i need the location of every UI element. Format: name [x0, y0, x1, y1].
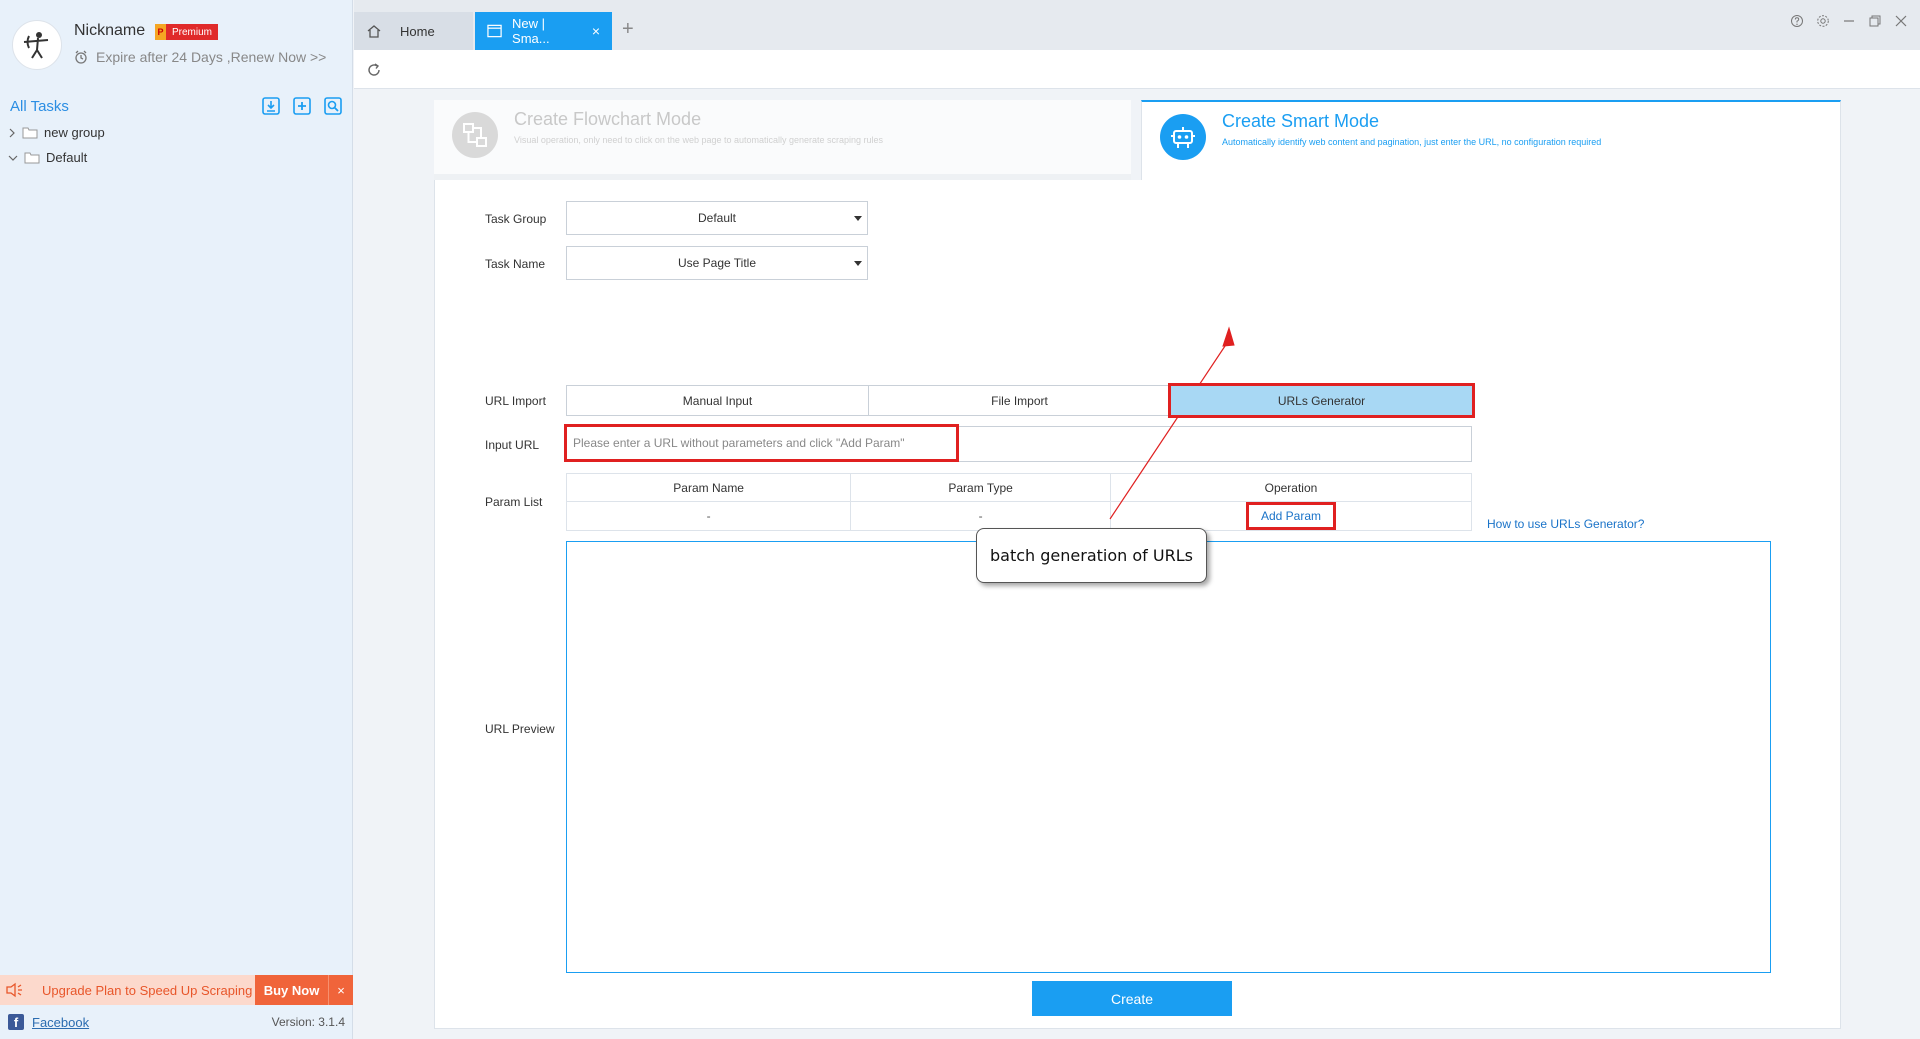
param-type-header: Param Type [850, 473, 1111, 502]
input-url-field[interactable] [564, 424, 959, 462]
param-list-label: Param List [485, 495, 543, 509]
param-name-header: Param Name [565, 473, 852, 502]
task-group-label: Task Group [485, 212, 547, 226]
param-type-cell: - [850, 501, 1111, 531]
create-button[interactable]: Create [1032, 981, 1232, 1016]
urls-generator-help-link[interactable]: How to use URLs Generator? [1487, 517, 1644, 531]
close-icon[interactable]: × [328, 975, 353, 1005]
flowchart-mode-title: Create Flowchart Mode [514, 109, 702, 129]
close-icon[interactable]: × [592, 23, 600, 39]
expire-text[interactable]: Expire after 24 Days ,Renew Now >> [96, 49, 326, 65]
folder-icon [24, 152, 40, 164]
expire-info[interactable]: Expire after 24 Days ,Renew Now >> [74, 49, 326, 65]
import-icon[interactable] [260, 96, 281, 117]
tree-item-label: new group [44, 125, 105, 140]
facebook-link-group[interactable]: f Facebook [8, 1014, 89, 1030]
task-header: All Tasks [0, 93, 353, 119]
param-table-header: Param Name Param Type Operation [565, 473, 1473, 502]
add-task-icon[interactable] [291, 96, 312, 117]
refresh-icon[interactable] [364, 60, 384, 80]
task-name-value: Use Page Title [677, 256, 757, 270]
url-import-segmented: Manual Input File Import URLs Generator [566, 383, 1475, 418]
all-tasks-label[interactable]: All Tasks [10, 98, 69, 115]
avatar[interactable] [12, 20, 62, 70]
add-param-button[interactable]: Add Param [1245, 502, 1336, 530]
folder-icon [22, 127, 38, 139]
tab-home-label: Home [400, 23, 435, 39]
restore-icon[interactable] [1868, 14, 1882, 28]
smart-mode-title: Create Smart Mode [1222, 111, 1380, 131]
toolbar [354, 50, 1920, 89]
tab-new-smart[interactable]: New | Sma... × [475, 12, 612, 50]
chevron-down-icon[interactable] [8, 154, 18, 162]
facebook-icon[interactable]: f [8, 1014, 24, 1030]
sidebar-footer: f Facebook Version: 3.1.4 [0, 1010, 353, 1034]
badge-text: Premium [166, 24, 219, 40]
flowchart-mode-desc: Visual operation, only need to click on … [514, 135, 884, 145]
tree-item-new-group[interactable]: new group [0, 120, 353, 145]
input-url-label: Input URL [485, 438, 540, 452]
tab-bar: Home New | Sma... × + [354, 0, 1920, 50]
smart-mode-desc: Automatically identify web content and p… [1222, 137, 1602, 147]
tab-home[interactable]: Home [354, 12, 473, 50]
task-name-label: Task Name [485, 257, 546, 271]
url-import-label: URL Import [485, 394, 546, 408]
task-actions [260, 96, 343, 117]
home-icon [367, 24, 381, 38]
url-preview-label: URL Preview [485, 722, 555, 736]
upgrade-text[interactable]: Upgrade Plan to Speed Up Scraping [28, 983, 255, 998]
url-preview-area[interactable] [566, 541, 1771, 973]
tree-item-default[interactable]: Default [0, 145, 353, 170]
upgrade-banner: Upgrade Plan to Speed Up Scraping Buy No… [0, 975, 353, 1005]
minimize-icon[interactable] [1842, 14, 1856, 28]
manual-input-option[interactable]: Manual Input [566, 385, 869, 416]
version-text: Version: 3.1.4 [271, 1015, 345, 1029]
task-name-select[interactable]: Use Page Title [566, 246, 868, 280]
main-content: Create Flowchart Mode Visual operation, … [354, 90, 1920, 1039]
buy-now-button[interactable]: Buy Now [255, 975, 328, 1005]
urls-generator-option[interactable]: URLs Generator [1168, 383, 1475, 418]
file-import-option[interactable]: File Import [868, 385, 1171, 416]
search-task-icon[interactable] [322, 96, 343, 117]
robot-icon [1160, 114, 1206, 160]
flowchart-icon [452, 112, 498, 158]
settings-icon[interactable] [1816, 14, 1830, 28]
smart-mode-form: Task Group Default Task Name Use Page Ti… [434, 180, 1841, 1029]
help-icon[interactable] [1790, 14, 1804, 28]
table-row: - - Add Param [565, 501, 1473, 531]
sidebar: Nickname P Premium Expire after 24 Days … [0, 0, 353, 1039]
tab-active-label: New | Sma... [512, 16, 550, 46]
badge-letter: P [155, 24, 166, 40]
close-window-icon[interactable] [1894, 14, 1908, 28]
param-name-cell: - [565, 501, 852, 531]
task-group-value: Default [697, 211, 737, 225]
smart-mode-card[interactable]: Create Smart Mode Automatically identify… [1141, 100, 1841, 182]
flowchart-mode-card[interactable]: Create Flowchart Mode Visual operation, … [434, 100, 1131, 180]
window-icon [487, 24, 502, 38]
input-url-field-wrap [564, 424, 1472, 462]
caret-down-icon [854, 216, 862, 221]
annotation-callout: batch generation of URLs [976, 528, 1207, 583]
speaker-icon [0, 982, 28, 998]
nickname: Nickname [74, 22, 146, 39]
add-tab-button[interactable]: + [622, 18, 634, 41]
profile-header: Nickname P Premium Expire after 24 Days … [0, 0, 353, 88]
chevron-right-icon[interactable] [8, 128, 16, 138]
facebook-link[interactable]: Facebook [32, 1015, 89, 1030]
tree-item-label: Default [46, 150, 88, 165]
operation-header: Operation [1109, 473, 1473, 502]
window-controls [1790, 14, 1908, 28]
premium-badge: P Premium [155, 24, 219, 40]
task-tree: new group Default [0, 120, 353, 170]
task-group-select[interactable]: Default [566, 201, 868, 235]
alarm-clock-icon [75, 50, 87, 64]
param-table: Param Name Param Type Operation - - Add … [565, 473, 1473, 531]
archer-logo-icon [23, 32, 49, 59]
caret-down-icon [854, 261, 862, 266]
operation-cell: Add Param [1109, 501, 1473, 531]
